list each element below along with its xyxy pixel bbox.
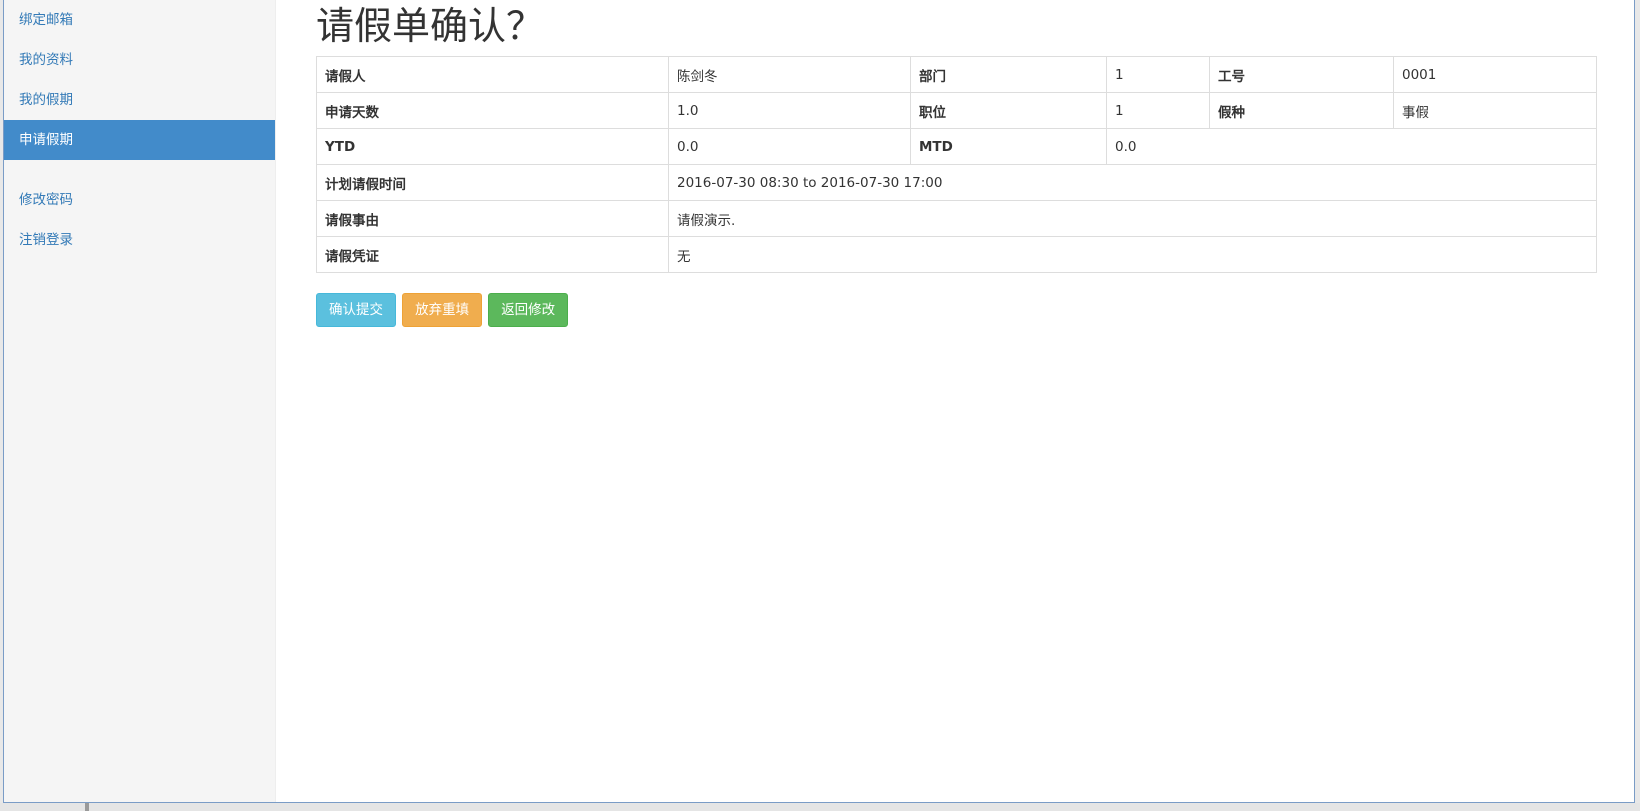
- table-row: 请假事由 请假演示.: [316, 200, 1597, 237]
- position-label: 职位: [910, 92, 1107, 129]
- planned-time-value: 2016-07-30 08:30 to 2016-07-30 17:00: [668, 164, 1597, 201]
- employee-id-label: 工号: [1209, 56, 1394, 93]
- main-content: 请假单确认？ 请假人 陈剑冬 部门 1 工号 0001 申请天数 1.0 职位 …: [316, 0, 1597, 327]
- sidebar: 绑定邮箱 我的资料 我的假期 申请假期 修改密码 注销登录: [4, 0, 276, 802]
- department-label: 部门: [910, 56, 1107, 93]
- ytd-label: YTD: [316, 128, 669, 165]
- sidebar-item-change-password[interactable]: 修改密码: [4, 180, 275, 220]
- table-row: 申请天数 1.0 职位 1 假种 事假: [316, 92, 1597, 129]
- back-edit-button[interactable]: 返回修改: [488, 293, 569, 327]
- department-value: 1: [1106, 56, 1210, 93]
- sidebar-nav-account: 修改密码 注销登录: [4, 180, 275, 260]
- page-title: 请假单确认？: [316, 4, 545, 48]
- table-row: 请假凭证 无: [316, 236, 1597, 273]
- sidebar-item-logout[interactable]: 注销登录: [4, 220, 275, 260]
- sidebar-item-my-leave[interactable]: 我的假期: [4, 80, 275, 120]
- applicant-label: 请假人: [316, 56, 669, 93]
- planned-time-label: 计划请假时间: [316, 164, 669, 201]
- sidebar-item-bind-email[interactable]: 绑定邮箱: [4, 0, 275, 40]
- sidebar-nav-main: 绑定邮箱 我的资料 我的假期 申请假期: [4, 0, 275, 160]
- leave-detail-table: 请假人 陈剑冬 部门 1 工号 0001 申请天数 1.0 职位 1 假种 事假…: [316, 56, 1597, 273]
- proof-label: 请假凭证: [316, 236, 669, 273]
- reason-value: 请假演示.: [668, 200, 1597, 237]
- applicant-value: 陈剑冬: [668, 56, 911, 93]
- sidebar-item-my-profile[interactable]: 我的资料: [4, 40, 275, 80]
- mtd-value: 0.0: [1106, 128, 1597, 165]
- proof-value: 无: [668, 236, 1597, 273]
- scroll-marker: [85, 803, 89, 811]
- confirm-submit-button[interactable]: 确认提交: [316, 293, 396, 327]
- position-value: 1: [1106, 92, 1210, 129]
- table-row: 请假人 陈剑冬 部门 1 工号 0001: [316, 56, 1597, 93]
- days-label: 申请天数: [316, 92, 669, 129]
- leave-type-value: 事假: [1393, 92, 1597, 129]
- employee-id-value: 0001: [1393, 56, 1597, 93]
- sidebar-item-apply-leave[interactable]: 申请假期: [4, 120, 275, 160]
- mtd-label: MTD: [910, 128, 1107, 165]
- bottom-edge: [0, 803, 1640, 811]
- ytd-value: 0.0: [668, 128, 911, 165]
- app-window: 绑定邮箱 我的资料 我的假期 申请假期 修改密码 注销登录 请假单确认？ 请假人…: [3, 0, 1635, 803]
- reason-label: 请假事由: [316, 200, 669, 237]
- discard-refill-button[interactable]: 放弃重填: [402, 293, 483, 327]
- table-row: YTD 0.0 MTD 0.0: [316, 128, 1597, 165]
- action-buttons: 确认提交 放弃重填 返回修改: [316, 293, 1596, 327]
- days-value: 1.0: [668, 92, 911, 129]
- table-row: 计划请假时间 2016-07-30 08:30 to 2016-07-30 17…: [316, 164, 1597, 201]
- leave-type-label: 假种: [1209, 92, 1394, 129]
